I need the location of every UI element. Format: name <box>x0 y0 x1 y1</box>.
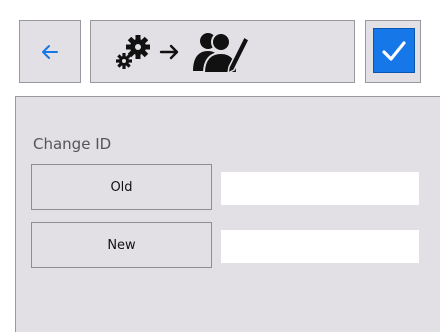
change-id-panel: Change ID Old New <box>15 96 440 332</box>
back-button[interactable] <box>20 21 80 82</box>
old-id-field[interactable] <box>221 172 419 205</box>
users-edit-icon <box>193 32 250 75</box>
checkmark-icon <box>382 40 406 61</box>
title-bar <box>90 20 355 83</box>
new-id-button[interactable]: New <box>31 222 212 268</box>
back-button-frame <box>19 20 81 83</box>
arrow-right-icon <box>159 44 179 60</box>
old-id-button[interactable]: Old <box>31 164 212 210</box>
title-icons <box>113 27 251 77</box>
arrow-left-icon <box>42 44 58 59</box>
gears-icon <box>116 35 150 69</box>
new-id-field[interactable] <box>221 230 419 263</box>
section-label: Change ID <box>33 135 112 153</box>
confirm-button-frame <box>365 20 421 83</box>
confirm-button[interactable] <box>373 28 415 73</box>
